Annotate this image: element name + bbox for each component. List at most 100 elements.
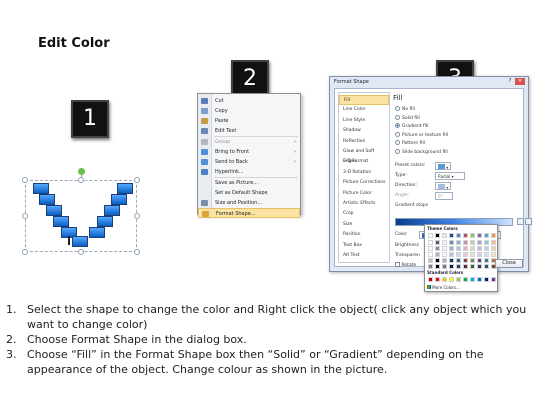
- context-menu-item-edit-text[interactable]: Edit Text: [198, 126, 300, 136]
- direction-dropdown[interactable]: ▾: [435, 182, 451, 190]
- theme-color-swatch[interactable]: [491, 246, 496, 251]
- category-picture-corrections[interactable]: Picture Corrections: [339, 178, 389, 188]
- context-menu-item-paste[interactable]: Paste: [198, 116, 300, 126]
- preset-colors-dropdown[interactable]: ▾: [435, 162, 451, 170]
- theme-color-swatch[interactable]: [470, 240, 475, 245]
- theme-color-swatch[interactable]: [435, 246, 440, 251]
- category-shadow[interactable]: Shadow: [339, 126, 389, 136]
- theme-color-swatch[interactable]: [428, 258, 433, 263]
- theme-color-swatch[interactable]: [477, 258, 482, 263]
- theme-color-swatch[interactable]: [484, 246, 489, 251]
- category-size[interactable]: Size: [339, 220, 389, 230]
- context-menu-item-cut[interactable]: Cut: [198, 96, 300, 106]
- theme-color-swatch[interactable]: [428, 246, 433, 251]
- resize-handle-bl[interactable]: [22, 249, 28, 255]
- radio-button[interactable]: [395, 123, 400, 128]
- resize-handle-tl[interactable]: [22, 177, 28, 183]
- theme-color-swatch[interactable]: [449, 252, 454, 257]
- category-alt-text[interactable]: Alt Text: [339, 251, 389, 261]
- theme-color-swatch[interactable]: [449, 246, 454, 251]
- standard-color-swatch[interactable]: [449, 277, 454, 282]
- theme-color-swatch[interactable]: [463, 233, 468, 238]
- theme-color-swatch[interactable]: [470, 233, 475, 238]
- theme-color-swatch[interactable]: [456, 240, 461, 245]
- theme-color-swatch[interactable]: [470, 258, 475, 263]
- theme-color-swatch[interactable]: [463, 258, 468, 263]
- standard-color-swatch[interactable]: [428, 277, 433, 282]
- theme-color-swatch[interactable]: [477, 252, 482, 257]
- radio-button[interactable]: [395, 140, 400, 145]
- theme-color-swatch[interactable]: [477, 233, 482, 238]
- theme-color-swatch[interactable]: [463, 264, 468, 269]
- theme-color-swatch[interactable]: [470, 246, 475, 251]
- theme-color-swatch[interactable]: [456, 233, 461, 238]
- rotation-handle[interactable]: [78, 168, 85, 175]
- theme-color-swatch[interactable]: [442, 246, 447, 251]
- standard-color-swatch[interactable]: [456, 277, 461, 282]
- theme-color-swatch[interactable]: [477, 246, 482, 251]
- theme-color-swatch[interactable]: [463, 240, 468, 245]
- theme-color-swatch[interactable]: [470, 264, 475, 269]
- context-menu-item-set-as-default-shape[interactable]: Set as Default Shape: [198, 188, 300, 198]
- fill-option-slide-background-fill[interactable]: Slide background fill: [395, 148, 448, 156]
- resize-handle-br[interactable]: [134, 249, 140, 255]
- category-line-style[interactable]: Line Style: [339, 116, 389, 126]
- context-menu-item-save-as-picture[interactable]: Save as Picture...: [198, 178, 300, 188]
- theme-color-swatch[interactable]: [449, 240, 454, 245]
- category-artistic-effects[interactable]: Artistic Effects: [339, 199, 389, 209]
- theme-color-swatch[interactable]: [428, 252, 433, 257]
- standard-color-swatch[interactable]: [442, 277, 447, 282]
- theme-color-swatch[interactable]: [463, 246, 468, 251]
- category-text-box[interactable]: Text Box: [339, 241, 389, 251]
- theme-color-swatch[interactable]: [477, 240, 482, 245]
- context-menu-item-bring-to-front[interactable]: Bring to Front ›: [198, 147, 300, 157]
- standard-color-swatch[interactable]: [463, 277, 468, 282]
- category-position[interactable]: Position: [339, 230, 389, 240]
- theme-color-swatch[interactable]: [491, 233, 496, 238]
- standard-color-swatch[interactable]: [477, 277, 482, 282]
- resize-handle-mr[interactable]: [134, 213, 140, 219]
- theme-color-swatch[interactable]: [428, 233, 433, 238]
- category-3-d-format[interactable]: 3-D Format: [339, 157, 389, 167]
- theme-color-swatch[interactable]: [435, 258, 440, 263]
- theme-color-swatch[interactable]: [463, 252, 468, 257]
- standard-color-swatch[interactable]: [435, 277, 440, 282]
- fill-option-pattern-fill[interactable]: Pattern fill: [395, 140, 425, 147]
- close-button[interactable]: Close: [495, 259, 523, 268]
- category-crop[interactable]: Crop: [339, 209, 389, 219]
- theme-color-swatch[interactable]: [435, 240, 440, 245]
- theme-color-swatch[interactable]: [442, 233, 447, 238]
- theme-color-swatch[interactable]: [442, 264, 447, 269]
- theme-color-swatch[interactable]: [484, 252, 489, 257]
- theme-color-swatch[interactable]: [435, 264, 440, 269]
- fill-option-solid-fill[interactable]: Solid fill: [395, 114, 420, 122]
- radio-button[interactable]: [395, 148, 400, 154]
- fill-option-no-fill[interactable]: No fill: [395, 106, 415, 113]
- help-icon[interactable]: ?: [505, 78, 515, 85]
- category-3-d-rotation[interactable]: 3-D Rotation: [339, 168, 389, 178]
- fill-option-gradient-fill[interactable]: Gradient fill: [395, 123, 428, 130]
- theme-color-swatch[interactable]: [456, 258, 461, 263]
- standard-color-swatch[interactable]: [484, 277, 489, 282]
- context-menu-item-group[interactable]: Group ›: [198, 137, 300, 147]
- context-menu-item-size-and-position[interactable]: Size and Position...: [198, 198, 300, 208]
- theme-color-swatch[interactable]: [456, 246, 461, 251]
- theme-color-swatch[interactable]: [435, 252, 440, 257]
- theme-color-swatch[interactable]: [491, 252, 496, 257]
- category-line-color[interactable]: Line Color: [339, 105, 389, 115]
- theme-color-swatch[interactable]: [442, 252, 447, 257]
- radio-button[interactable]: [395, 106, 400, 111]
- context-menu-item-hyperlink[interactable]: Hyperlink...: [198, 167, 300, 177]
- category-reflection[interactable]: Reflection: [339, 137, 389, 147]
- radio-button[interactable]: [395, 114, 400, 120]
- more-colors-item[interactable]: More Colors...: [427, 285, 460, 290]
- theme-color-swatch[interactable]: [456, 264, 461, 269]
- context-menu-item-copy[interactable]: Copy: [198, 106, 300, 116]
- radio-button[interactable]: [395, 131, 400, 137]
- standard-color-swatch[interactable]: [470, 277, 475, 282]
- add-stop-icon[interactable]: [517, 218, 524, 225]
- context-menu-item-send-to-back[interactable]: Send to Back ›: [198, 157, 300, 167]
- standard-color-swatch[interactable]: [491, 277, 496, 282]
- close-icon[interactable]: ✕: [515, 78, 525, 85]
- theme-color-swatch[interactable]: [484, 258, 489, 263]
